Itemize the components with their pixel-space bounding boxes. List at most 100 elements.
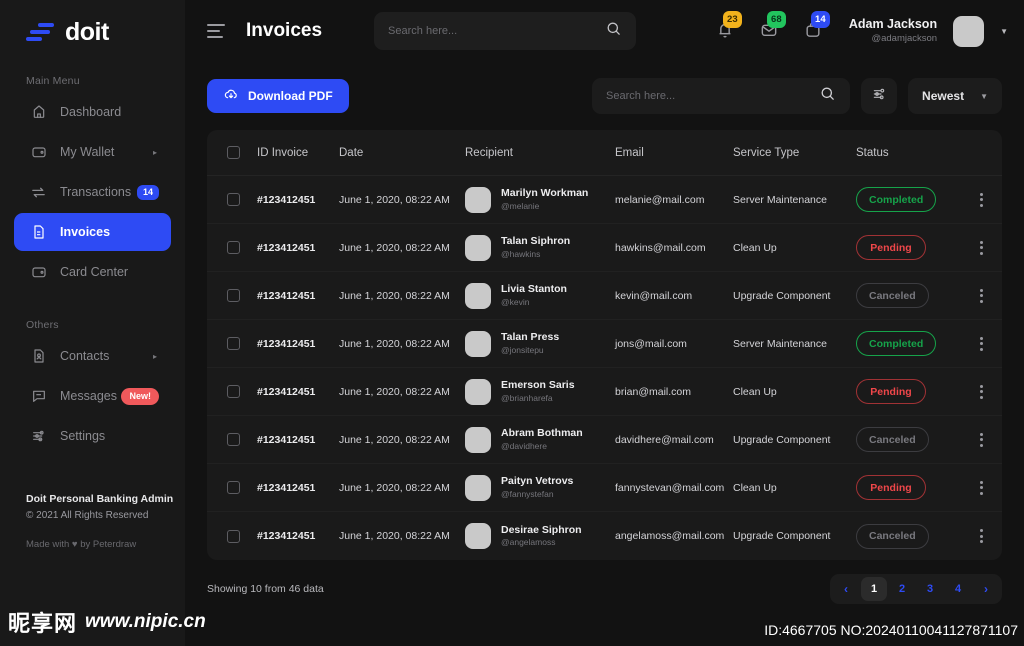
cell-recipient: Talan Siphron @hawkins (465, 234, 615, 261)
menu-toggle-icon[interactable] (207, 24, 225, 38)
download-pdf-button[interactable]: Download PDF (207, 79, 349, 113)
table-search[interactable] (592, 78, 851, 114)
search-icon[interactable] (819, 85, 836, 107)
transfer-icon (30, 184, 47, 201)
row-actions-menu-icon[interactable] (979, 384, 983, 399)
cell-id-invoice: #123412451 (257, 193, 316, 206)
row-actions-menu-icon[interactable] (979, 529, 983, 543)
sidebar-item-invoices[interactable]: Invoices (14, 213, 171, 251)
table-row[interactable]: #123412451 June 1, 2020, 08:22 AM Paityn V… (207, 464, 1002, 512)
row-checkbox[interactable] (227, 481, 240, 494)
table-row[interactable]: #123412451 June 1, 2020, 08:22 AM Emerson … (207, 368, 1002, 416)
watermark: 昵享网 www.nipic.cn (8, 606, 206, 638)
message-icon (30, 388, 47, 405)
sidebar-item-contacts[interactable]: Contacts ▸ (14, 337, 171, 375)
table-row[interactable]: #123412451 June 1, 2020, 08:22 AM Abram Bo… (207, 416, 1002, 464)
cell-service-type: Upgrade Component (733, 289, 831, 302)
cell-email: fannystevan@mail.com (615, 481, 725, 494)
global-search-input[interactable] (388, 25, 598, 37)
sidebar: doit Main Menu Dashboard My Wallet ▸ Tra… (0, 0, 185, 646)
row-checkbox[interactable] (227, 241, 240, 254)
chevron-down-icon[interactable]: ▼ (1000, 27, 1008, 36)
sidebar-item-card-center[interactable]: Card Center (14, 253, 171, 291)
sidebar-item-my-wallet[interactable]: My Wallet ▸ (14, 133, 171, 171)
recipient-name: Emerson Saris (501, 379, 575, 392)
messages-mail-button[interactable]: 68 (759, 11, 786, 43)
avatar[interactable] (953, 15, 985, 47)
recipient-handle: @davidhere (501, 440, 547, 451)
sidebar-section-others: Others (26, 319, 59, 331)
table-row[interactable]: #123412451 June 1, 2020, 08:22 AM Livia St… (207, 272, 1002, 320)
column-header-id[interactable]: ID Invoice (257, 147, 339, 159)
recipient-name: Paityn Vetrovs (501, 475, 574, 488)
row-checkbox[interactable] (227, 289, 240, 302)
recipient-handle: @fannystefan (501, 488, 554, 499)
cell-service-type: Clean Up (733, 481, 777, 494)
column-header-service-type[interactable]: Service Type (733, 147, 856, 159)
filter-sliders-icon (871, 86, 887, 107)
watermark-id: ID:4667705 NO:20240110041127871107 (764, 622, 1018, 638)
row-actions-menu-icon[interactable] (979, 480, 983, 495)
sidebar-item-dashboard[interactable]: Dashboard (14, 93, 171, 131)
recipient-handle: @angelamoss (501, 537, 556, 548)
column-header-date[interactable]: Date (339, 147, 465, 159)
sidebar-item-label: Settings (60, 429, 106, 443)
row-actions-menu-icon[interactable] (979, 336, 983, 351)
app-root: doit Main Menu Dashboard My Wallet ▸ Tra… (0, 0, 1024, 646)
table-row[interactable]: #123412451 June 1, 2020, 08:22 AM Talan Si… (207, 224, 1002, 272)
row-checkbox[interactable] (227, 433, 240, 446)
column-header-recipient[interactable]: Recipient (465, 147, 615, 159)
cell-service-type: Upgrade Component (733, 530, 831, 542)
notifications-bell-button[interactable]: 23 (715, 11, 742, 43)
pagination-next[interactable]: › (973, 577, 999, 601)
row-checkbox[interactable] (227, 529, 240, 543)
row-actions-menu-icon[interactable] (979, 192, 983, 207)
row-checkbox[interactable] (227, 193, 240, 206)
card-icon (30, 264, 47, 281)
pagination-page-2[interactable]: 2 (889, 577, 915, 601)
table-search-input[interactable] (606, 90, 812, 102)
table-footer: Showing 10 from 46 data ‹ 1 2 3 4 › (185, 560, 1024, 604)
sort-dropdown[interactable]: Newest ▼ (908, 78, 1002, 114)
pagination-page-1[interactable]: 1 (861, 577, 887, 601)
table-row[interactable]: #123412451 June 1, 2020, 08:22 AM Talan Pr… (207, 320, 1002, 368)
cell-date: June 1, 2020, 08:22 AM (339, 241, 450, 254)
cell-service-type: Clean Up (733, 241, 777, 254)
notification-group: 23 68 14 (715, 11, 830, 43)
cell-id-invoice: #123412451 (257, 337, 316, 350)
recipient-handle: @melanie (501, 200, 540, 211)
sidebar-item-label: Card Center (60, 265, 129, 279)
cell-recipient: Marilyn Workman @melanie (465, 186, 615, 213)
pagination-page-4[interactable]: 4 (945, 577, 971, 601)
row-actions-menu-icon[interactable] (979, 432, 983, 447)
column-header-email[interactable]: Email (615, 147, 733, 159)
pagination-page-3[interactable]: 3 (917, 577, 943, 601)
sort-dropdown-label: Newest (922, 89, 965, 103)
mail-badge: 68 (766, 11, 786, 28)
cart-bag-button[interactable]: 14 (803, 11, 830, 43)
cell-id-invoice: #123412451 (257, 433, 316, 446)
row-actions-menu-icon[interactable] (979, 288, 983, 303)
select-all-checkbox[interactable] (227, 146, 240, 159)
sidebar-item-messages[interactable]: Messages New! (14, 377, 171, 415)
global-search[interactable] (374, 12, 637, 50)
table-row[interactable]: #123412451 June 1, 2020, 08:22 AM Marilyn … (207, 176, 1002, 224)
column-header-status[interactable]: Status (856, 147, 960, 159)
brand-logo[interactable]: doit (0, 0, 185, 47)
table-row[interactable]: #123412451 June 1, 2020, 08:22 AM Desirae … (207, 512, 1002, 560)
cell-service-type: Upgrade Component (733, 433, 831, 446)
row-actions-menu-icon[interactable] (979, 240, 983, 255)
sidebar-item-settings[interactable]: Settings (14, 417, 171, 455)
main-content: Invoices 23 68 (185, 0, 1024, 646)
wallet-icon (30, 144, 47, 161)
recipient-avatar (465, 330, 491, 357)
cell-email: hawkins@mail.com (615, 241, 706, 254)
sidebar-item-transactions[interactable]: Transactions 14 (14, 173, 171, 211)
row-checkbox[interactable] (227, 385, 240, 398)
search-icon (605, 20, 622, 42)
pagination-prev[interactable]: ‹ (833, 577, 859, 601)
filter-button[interactable] (861, 78, 898, 114)
sidebar-section-main: Main Menu (26, 75, 80, 87)
row-checkbox[interactable] (227, 337, 240, 350)
bell-badge: 23 (722, 11, 742, 28)
